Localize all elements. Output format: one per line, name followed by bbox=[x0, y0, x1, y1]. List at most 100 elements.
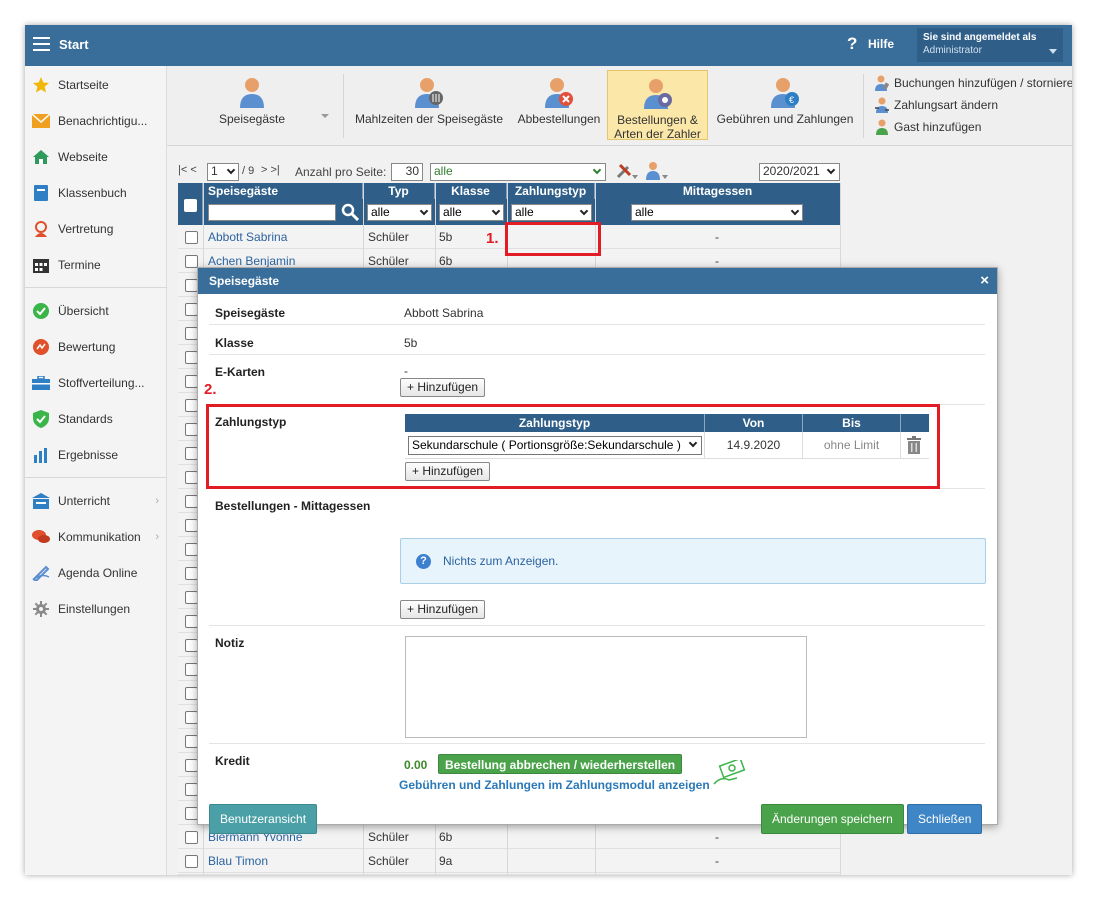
person-meal-icon bbox=[414, 76, 444, 108]
typ-filter-value: alle bbox=[371, 205, 390, 219]
pager-first[interactable]: |< bbox=[178, 164, 187, 176]
app-title[interactable]: Start bbox=[59, 37, 89, 52]
trash-icon[interactable] bbox=[906, 436, 922, 464]
add-order-button[interactable]: + Hinzufügen bbox=[400, 600, 486, 619]
per-page-input[interactable]: 30 bbox=[391, 163, 423, 181]
tool-label: Abbestellungen bbox=[517, 112, 601, 126]
menu-icon[interactable] bbox=[33, 37, 50, 51]
save-changes-button[interactable]: Änderungen speichern bbox=[761, 804, 904, 834]
sidebar-item-kommunikation[interactable]: Kommunikation › bbox=[25, 522, 167, 552]
action-buchungen[interactable]: Buchungen hinzufügen / stornieren bbox=[875, 72, 1072, 94]
user-menu[interactable]: Sie sind angemeldet als Administrator bbox=[917, 28, 1063, 62]
tool-mahlzeiten[interactable]: Mahlzeiten der Speisegäste bbox=[353, 70, 505, 140]
mittagessen-filter-select[interactable]: alle bbox=[631, 204, 803, 221]
filter-select-value: alle bbox=[434, 164, 453, 178]
top-bar: Start ? Hilfe Sie sind angemeldet als Ad… bbox=[25, 25, 1072, 66]
sidebar-item-vertretung[interactable]: Vertretung bbox=[25, 214, 167, 244]
search-icon[interactable] bbox=[341, 203, 360, 224]
tool-abbestellungen[interactable]: Abbestellungen bbox=[513, 70, 605, 140]
pager-next[interactable]: > bbox=[261, 164, 267, 176]
sidebar-item-agenda-online[interactable]: Agenda Online bbox=[25, 558, 167, 588]
sidebar-item-uebersicht[interactable]: Übersicht bbox=[25, 296, 167, 326]
typ-filter-select[interactable]: alle bbox=[367, 204, 432, 221]
column-header-speisegaeste[interactable]: Speisegäste bbox=[203, 183, 363, 199]
column-header-mittagessen[interactable]: Mittagessen bbox=[595, 183, 840, 199]
zahlungstyp-filter-select[interactable]: alle bbox=[511, 204, 592, 221]
sidebar-item-benachrichtigungen[interactable]: Benachrichtigu... bbox=[25, 106, 167, 136]
credit-value: 0.00 bbox=[404, 758, 428, 772]
field-label: E-Karten bbox=[215, 365, 266, 379]
select-all-header bbox=[178, 183, 203, 225]
sidebar-item-bewertung[interactable]: Bewertung bbox=[25, 332, 167, 362]
sidebar-item-einstellungen[interactable]: Einstellungen bbox=[25, 594, 167, 624]
field-label: Kredit bbox=[215, 754, 250, 768]
sidebar-item-stoffverteilung[interactable]: Stoffverteilung... bbox=[25, 368, 167, 398]
user-view-button[interactable]: Benutzeransicht bbox=[209, 804, 318, 834]
toolbar-divider bbox=[863, 74, 864, 138]
pager-next-last[interactable]: > >| bbox=[261, 164, 280, 176]
pager-prev[interactable]: < bbox=[190, 164, 196, 176]
help-link[interactable]: Hilfe bbox=[868, 37, 894, 51]
tool-speisegaeste[interactable]: Speisegäste bbox=[207, 70, 297, 140]
dialog-header: Speisegäste × bbox=[198, 268, 997, 294]
note-textarea[interactable] bbox=[405, 636, 807, 738]
svg-text:€: € bbox=[789, 95, 794, 105]
sidebar-item-label: Klassenbuch bbox=[58, 186, 127, 200]
person-settings-icon bbox=[643, 77, 673, 109]
sidebar-item-termine[interactable]: Termine bbox=[25, 250, 167, 280]
column-header-typ[interactable]: Typ bbox=[363, 183, 435, 199]
money-hand-icon[interactable] bbox=[713, 757, 747, 791]
name-search-input[interactable] bbox=[208, 204, 336, 221]
help-icon[interactable]: ? bbox=[847, 34, 857, 54]
star-icon bbox=[32, 76, 50, 94]
chat-icon bbox=[32, 528, 50, 546]
tool-label: Gebühren und Zahlungen bbox=[716, 112, 854, 126]
tool-gebuehren[interactable]: € Gebühren und Zahlungen bbox=[712, 70, 858, 140]
sidebar-item-klassenbuch[interactable]: Klassenbuch bbox=[25, 178, 167, 208]
cancel-restore-order-button[interactable]: Bestellung abbrechen / wiederherstellen bbox=[438, 754, 683, 774]
klasse-filter-select[interactable]: alle bbox=[439, 204, 504, 221]
close-icon[interactable]: × bbox=[980, 268, 989, 294]
row-checkbox[interactable] bbox=[185, 855, 198, 868]
row-checkbox[interactable] bbox=[185, 231, 198, 244]
select-all-checkbox[interactable] bbox=[184, 199, 197, 212]
pager-last[interactable]: >| bbox=[271, 164, 280, 176]
filter-select[interactable]: alle bbox=[430, 163, 606, 181]
briefcase-icon bbox=[32, 374, 50, 392]
sidebar-item-ergebnisse[interactable]: Ergebnisse bbox=[25, 440, 167, 470]
row-checkbox[interactable] bbox=[185, 831, 198, 844]
page-select[interactable]: 1 bbox=[207, 163, 239, 181]
chevron-right-icon: › bbox=[155, 495, 159, 507]
add-ekarte-button[interactable]: + Hinzufügen bbox=[400, 378, 486, 397]
chevron-down-icon[interactable] bbox=[321, 114, 329, 118]
action-label: Zahlungsart ändern bbox=[894, 98, 999, 112]
sidebar-item-standards[interactable]: Standards bbox=[25, 404, 167, 434]
field-label: Bestellungen - Mittagessen bbox=[215, 499, 371, 513]
close-button[interactable]: Schließen bbox=[907, 804, 983, 834]
guest-name-link[interactable]: Blau Timon bbox=[208, 849, 268, 873]
sidebar-item-label: Unterricht bbox=[58, 494, 111, 508]
school-year-select[interactable]: 2020/2021 bbox=[759, 163, 840, 181]
person-add-icon bbox=[875, 119, 889, 135]
tools-icon[interactable] bbox=[616, 161, 638, 184]
guest-name-link[interactable]: Abbott Sabrina bbox=[208, 225, 287, 249]
chevron-down-icon bbox=[491, 206, 501, 216]
payment-type-value: Sekundarschule ( Portionsgröße:Sekundars… bbox=[412, 438, 681, 452]
payment-type-select[interactable]: Sekundarschule ( Portionsgröße:Sekundars… bbox=[408, 436, 702, 455]
person-filter-icon[interactable] bbox=[645, 161, 669, 184]
sidebar-item-unterricht[interactable]: Unterricht › bbox=[25, 486, 167, 516]
rating-icon bbox=[32, 338, 50, 356]
column-header-zahlungstyp[interactable]: Zahlungstyp bbox=[507, 183, 595, 199]
table-row[interactable]: Blau Timon Schüler 9a - bbox=[178, 849, 840, 873]
fees-payment-link[interactable]: Gebühren und Zahlungen im Zahlungsmodul … bbox=[399, 778, 710, 792]
chevron-down-icon bbox=[826, 165, 836, 175]
action-gast[interactable]: Gast hinzufügen bbox=[875, 116, 1072, 138]
person-cancel-icon bbox=[544, 76, 574, 108]
tool-bestellungen-arten[interactable]: Bestellungen & Arten der Zahler bbox=[607, 70, 708, 141]
pager-first-prev[interactable]: |< < bbox=[178, 164, 197, 176]
add-payment-type-button[interactable]: + Hinzufügen bbox=[405, 462, 491, 481]
column-header-klasse[interactable]: Klasse bbox=[435, 183, 507, 199]
sidebar-item-startseite[interactable]: Startseite bbox=[25, 70, 167, 100]
sidebar-item-webseite[interactable]: Webseite bbox=[25, 142, 167, 172]
action-zahlungsart[interactable]: Zahlungsart ändern bbox=[875, 94, 1072, 116]
